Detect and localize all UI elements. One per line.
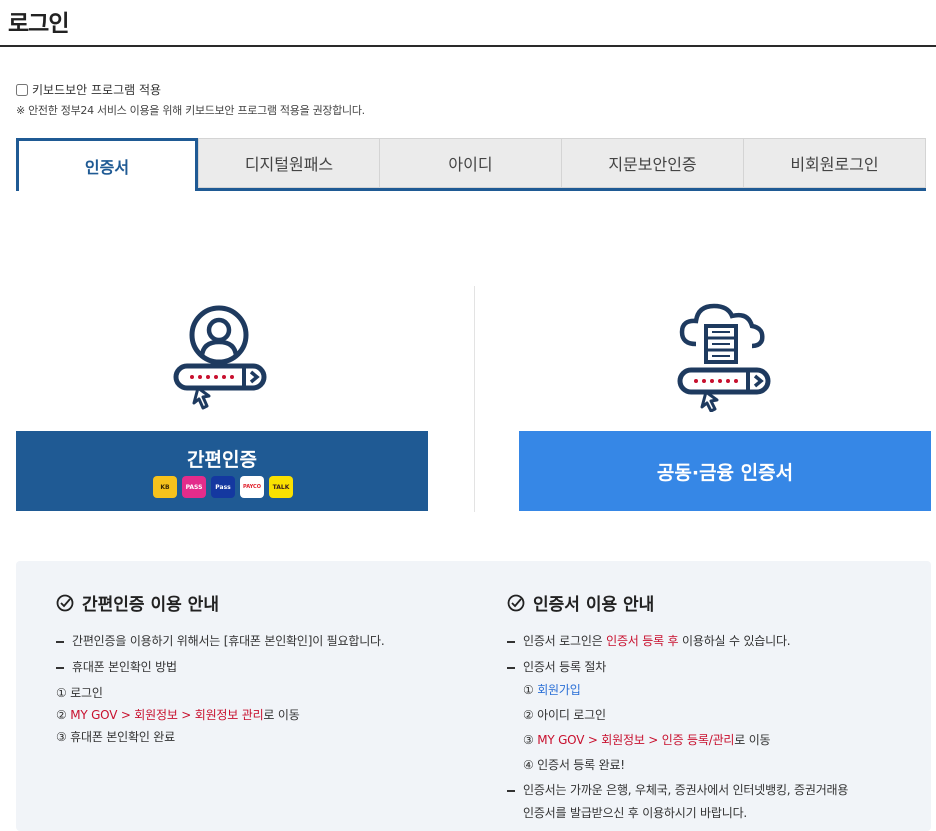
step-item: ① 회원가입 bbox=[523, 683, 581, 697]
list-item: 인증서 로그인은 인증서 등록 후 이용하실 수 있습니다. bbox=[507, 632, 791, 649]
certificate-cloud-icon bbox=[677, 303, 771, 412]
list-item: 인증서는 가까운 은행, 우체국, 증권사에서 인터넷뱅킹, 증권거래용 bbox=[507, 781, 848, 798]
tab-fingerprint[interactable]: 지문보안인증 bbox=[562, 138, 744, 188]
easy-auth-guide-title: 간편인증 이용 안내 bbox=[56, 590, 219, 615]
certificate-guide-title: 인증서 이용 안내 bbox=[507, 590, 654, 615]
check-circle-icon bbox=[56, 594, 74, 611]
keyboard-security-label: 키보드보안 프로그램 적용 bbox=[32, 83, 162, 97]
step-item: ④ 인증서 등록 완료! bbox=[523, 758, 625, 772]
title-divider bbox=[0, 45, 936, 47]
signup-link[interactable]: 회원가입 bbox=[537, 683, 581, 697]
list-item-continued: 인증서를 발급받으신 후 이용하시기 바랍니다. bbox=[523, 806, 748, 820]
easy-auth-button[interactable]: 간편인증 KB PASS Pass PAYCO TALK bbox=[16, 431, 428, 511]
step-item: ③ MY GOV > 회원정보 > 인증 등록/관리로 이동 bbox=[523, 733, 771, 747]
usage-guide-box: 간편인증 이용 안내 간편인증을 이용하기 위해서는 [휴대폰 본인확인]이 필… bbox=[16, 561, 931, 831]
easy-auth-icon bbox=[173, 305, 267, 410]
keyboard-security-note: ※ 안전한 정부24 서비스 이용을 위해 키보드보안 프로그램 적용을 권장합… bbox=[16, 104, 365, 117]
joint-financial-certificate-button[interactable]: 공동·금융 인증서 bbox=[519, 431, 931, 511]
easy-auth-guide-title-text: 간편인증 이용 안내 bbox=[82, 595, 219, 615]
list-item: 인증서 등록 절차 bbox=[507, 658, 606, 675]
step-item: ③ 휴대폰 본인확인 완료 bbox=[56, 730, 175, 744]
pass-logo-icon: PASS bbox=[182, 476, 206, 498]
login-tabs: 인증서 디지털원패스 아이디 지문보안인증 비회원로그인 bbox=[16, 138, 926, 191]
payco-logo-icon: PAYCO bbox=[240, 476, 264, 498]
step-item: ① 로그인 bbox=[56, 686, 103, 700]
easy-auth-providers: KB PASS Pass PAYCO TALK bbox=[153, 476, 293, 498]
step-item: ② MY GOV > 회원정보 > 회원정보 관리로 이동 bbox=[56, 708, 300, 722]
cert-register-path: MY GOV > 회원정보 > 인증 등록/관리 bbox=[537, 733, 735, 747]
kakaotalk-logo-icon: TALK bbox=[269, 476, 293, 498]
tab-digital-onepass[interactable]: 디지털원패스 bbox=[198, 138, 380, 188]
list-item: 간편인증을 이용하기 위해서는 [휴대폰 본인확인]이 필요합니다. bbox=[56, 632, 385, 649]
easy-auth-label: 간편인증 bbox=[187, 449, 257, 471]
page-title: 로그인 bbox=[8, 11, 69, 37]
list-item: 휴대폰 본인확인 방법 bbox=[56, 658, 177, 675]
member-info-path: MY GOV > 회원정보 > 회원정보 관리 bbox=[70, 708, 264, 722]
certificate-guide-title-text: 인증서 이용 안내 bbox=[533, 595, 655, 615]
kb-logo-icon: KB bbox=[153, 476, 177, 498]
step-item: ② 아이디 로그인 bbox=[523, 708, 606, 722]
keyboard-security-checkbox[interactable] bbox=[16, 83, 28, 96]
samsung-pass-logo-icon: Pass bbox=[211, 476, 235, 498]
tab-certificate[interactable]: 인증서 bbox=[16, 138, 198, 191]
options-divider bbox=[474, 286, 475, 512]
check-circle-icon bbox=[507, 594, 525, 611]
tab-id[interactable]: 아이디 bbox=[380, 138, 562, 188]
tab-guest-login[interactable]: 비회원로그인 bbox=[744, 138, 926, 188]
keyboard-security-option[interactable]: 키보드보안 프로그램 적용 bbox=[16, 81, 161, 98]
